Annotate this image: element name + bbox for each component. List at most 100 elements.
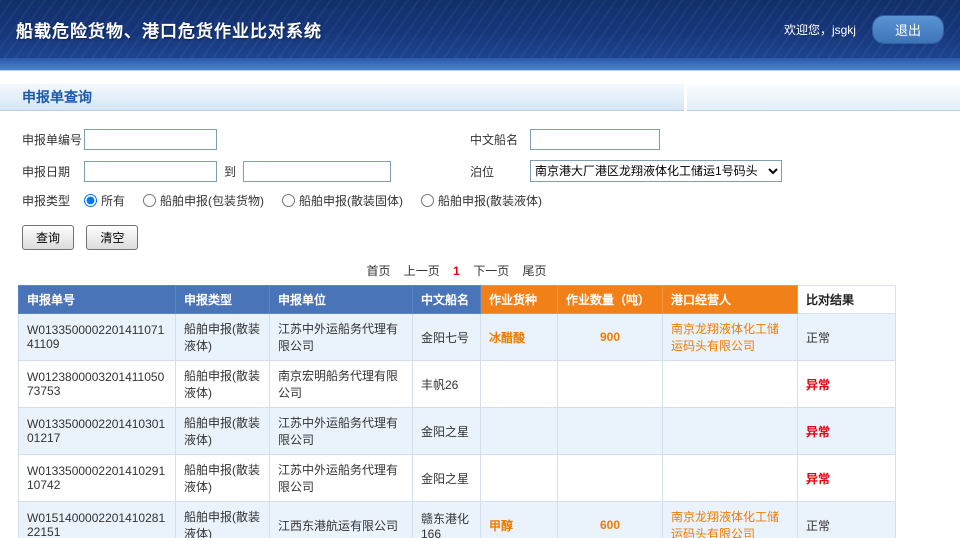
radio-all-input[interactable] [84, 194, 97, 207]
cell-decl-no: W013350000220141107141109 [19, 314, 176, 361]
cell-result: 异常 [798, 455, 896, 502]
radio-packaged[interactable]: 船舶申报(包装货物) [143, 192, 264, 209]
radio-bulk-solid[interactable]: 船舶申报(散装固体) [282, 192, 403, 209]
welcome-text: 欢迎您，jsgkj [784, 21, 856, 38]
cell-qty [558, 361, 663, 408]
cell-operator: 南京龙翔液体化工储运码头有限公司 [663, 314, 798, 361]
cell-operator: 南京龙翔液体化工储运码头有限公司 [663, 502, 798, 538]
table-row: W012380000320141105073753 船舶申报(散装液体) 南京宏… [19, 361, 896, 408]
cell-cargo [481, 361, 558, 408]
berth-label: 泊位 [470, 163, 530, 180]
radio-packaged-label: 船舶申报(包装货物) [160, 192, 264, 209]
query-form: 申报单编号 中文船名 申报日期 到 泊位 南京港大厂港区龙翔液体化工储运1号码头… [0, 111, 960, 209]
logout-button[interactable]: 退出 [872, 15, 944, 44]
ship-name-label: 中文船名 [470, 131, 530, 148]
cell-agent: 南京宏明船务代理有限公司 [270, 361, 413, 408]
form-row-3: 申报类型 所有 船舶申报(包装货物) 船舶申报(散装固体) 船舶申报(散装液体) [22, 192, 960, 209]
page-last-link[interactable]: 尾页 [523, 264, 547, 278]
cell-ship: 金阳七号 [413, 314, 481, 361]
date-from-input[interactable] [84, 161, 217, 182]
form-row-1: 申报单编号 中文船名 [22, 129, 960, 150]
radio-bulk-liquid-input[interactable] [421, 194, 434, 207]
cell-decl-no: W012380000320141105073753 [19, 361, 176, 408]
pagination: 首页 上一页 1 下一页 尾页 [18, 262, 895, 279]
cell-agent: 江苏中外运船务代理有限公司 [270, 455, 413, 502]
page-next-link[interactable]: 下一页 [473, 264, 509, 278]
cell-ship: 丰帆26 [413, 361, 481, 408]
header-right: 欢迎您，jsgkj 退出 [784, 15, 944, 44]
date-to-input[interactable] [243, 161, 391, 182]
cell-type: 船舶申报(散装液体) [176, 408, 270, 455]
app-title: 船载危险货物、港口危货作业比对系统 [16, 17, 322, 42]
cell-cargo [481, 408, 558, 455]
radio-packaged-input[interactable] [143, 194, 156, 207]
cell-ship: 金阳之星 [413, 455, 481, 502]
cell-qty [558, 408, 663, 455]
cell-operator [663, 455, 798, 502]
cell-ship: 金阳之星 [413, 408, 481, 455]
radio-all[interactable]: 所有 [84, 192, 125, 209]
table-row: W013350000220141107141109 船舶申报(散装液体) 江苏中… [19, 314, 896, 361]
cell-cargo: 甲醇 [481, 502, 558, 538]
cell-operator [663, 361, 798, 408]
col-qty: 作业数量（吨） [558, 286, 663, 314]
section-left: 申报单查询 [0, 84, 684, 111]
cell-agent: 江苏中外运船务代理有限公司 [270, 408, 413, 455]
table-header-row: 申报单号 申报类型 申报单位 中文船名 作业货种 作业数量（吨） 港口经营人 比… [19, 286, 896, 314]
berth-select[interactable]: 南京港大厂港区龙翔液体化工储运1号码头 [530, 160, 782, 182]
cell-decl-no: W013350000220141030101217 [19, 408, 176, 455]
cell-decl-no: W015140000220141028122151 [19, 502, 176, 538]
cell-qty [558, 455, 663, 502]
radio-bulk-solid-label: 船舶申报(散装固体) [299, 192, 403, 209]
cell-type: 船舶申报(散装液体) [176, 455, 270, 502]
cell-type: 船舶申报(散装液体) [176, 361, 270, 408]
query-button[interactable]: 查询 [22, 225, 74, 250]
date-to-label: 到 [224, 163, 236, 180]
decl-no-label: 申报单编号 [22, 131, 84, 148]
cell-ship: 赣东港化166 [413, 502, 481, 538]
radio-all-label: 所有 [101, 192, 125, 209]
type-radio-group: 所有 船舶申报(包装货物) 船舶申报(散装固体) 船舶申报(散装液体) [84, 192, 542, 209]
results-table: 申报单号 申报类型 申报单位 中文船名 作业货种 作业数量（吨） 港口经营人 比… [18, 285, 896, 538]
cell-operator [663, 408, 798, 455]
table-row: W015140000220141028122151 船舶申报(散装液体) 江西东… [19, 502, 896, 538]
page-first-link[interactable]: 首页 [366, 264, 390, 278]
cell-type: 船舶申报(散装液体) [176, 314, 270, 361]
col-cargo: 作业货种 [481, 286, 558, 314]
col-type: 申报类型 [176, 286, 270, 314]
radio-bulk-liquid-label: 船舶申报(散装液体) [438, 192, 542, 209]
cell-result: 正常 [798, 502, 896, 538]
page-prev-link[interactable]: 上一页 [404, 264, 440, 278]
page-current: 1 [453, 264, 460, 278]
table-row: W013350000220141029110742 船舶申报(散装液体) 江苏中… [19, 455, 896, 502]
app-header: 船载危险货物、港口危货作业比对系统 欢迎您，jsgkj 退出 [0, 0, 960, 58]
col-decl-no: 申报单号 [19, 286, 176, 314]
col-operator: 港口经营人 [663, 286, 798, 314]
col-agent: 申报单位 [270, 286, 413, 314]
radio-bulk-solid-input[interactable] [282, 194, 295, 207]
date-label: 申报日期 [22, 163, 84, 180]
cell-qty: 600 [558, 502, 663, 538]
cell-cargo [481, 455, 558, 502]
header-strip [0, 58, 960, 71]
cell-type: 船舶申报(散装液体) [176, 502, 270, 538]
form-actions: 查询 清空 [0, 219, 960, 250]
decl-no-input[interactable] [84, 129, 217, 150]
type-label: 申报类型 [22, 192, 84, 209]
col-ship: 中文船名 [413, 286, 481, 314]
cell-qty: 900 [558, 314, 663, 361]
table-row: W013350000220141030101217 船舶申报(散装液体) 江苏中… [19, 408, 896, 455]
cell-result: 异常 [798, 408, 896, 455]
cell-cargo: 冰醋酸 [481, 314, 558, 361]
page-title: 申报单查询 [22, 87, 92, 107]
radio-bulk-liquid[interactable]: 船舶申报(散装液体) [421, 192, 542, 209]
col-result: 比对结果 [798, 286, 896, 314]
form-row-2: 申报日期 到 泊位 南京港大厂港区龙翔液体化工储运1号码头 [22, 160, 960, 182]
cell-result: 正常 [798, 314, 896, 361]
section-bar: 申报单查询 [0, 84, 960, 111]
clear-button[interactable]: 清空 [86, 225, 138, 250]
cell-agent: 江西东港航运有限公司 [270, 502, 413, 538]
cell-decl-no: W013350000220141029110742 [19, 455, 176, 502]
cell-result: 异常 [798, 361, 896, 408]
ship-name-input[interactable] [530, 129, 660, 150]
